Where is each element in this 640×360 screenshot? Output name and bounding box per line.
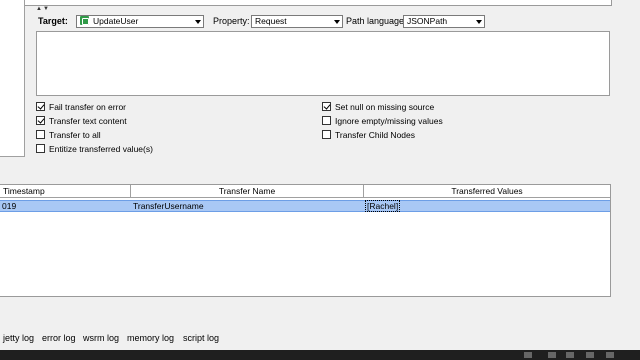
option-label: Entitize transferred value(s) bbox=[49, 144, 153, 154]
target-select[interactable]: UpdateUser bbox=[76, 15, 204, 28]
property-label: Property: bbox=[213, 16, 250, 26]
fail-transfer-option[interactable]: Fail transfer on error bbox=[36, 102, 126, 114]
column-header-timestamp[interactable]: Timestamp bbox=[0, 185, 131, 198]
taskbar-icon[interactable] bbox=[548, 352, 556, 358]
option-label: Fail transfer on error bbox=[49, 102, 126, 112]
checkbox[interactable] bbox=[322, 116, 331, 125]
column-header-transfer-name[interactable]: Transfer Name bbox=[131, 185, 364, 198]
property-value: Request bbox=[255, 16, 287, 26]
tab-script-log[interactable]: script log bbox=[183, 328, 219, 348]
tab-wsrm-log[interactable]: wsrm log bbox=[83, 328, 119, 348]
transfer-child-nodes-option[interactable]: Transfer Child Nodes bbox=[322, 130, 415, 142]
checkbox[interactable] bbox=[322, 102, 331, 111]
source-panel bbox=[0, 0, 612, 6]
checkbox[interactable] bbox=[36, 144, 45, 153]
option-label: Transfer Child Nodes bbox=[335, 130, 415, 140]
resize-arrows-icon[interactable]: ▲▼ bbox=[36, 6, 50, 12]
option-label: Ignore empty/missing values bbox=[335, 116, 443, 126]
checkbox[interactable] bbox=[36, 116, 45, 125]
target-path-editor[interactable] bbox=[36, 31, 610, 96]
entitize-option[interactable]: Entitize transferred value(s) bbox=[36, 144, 153, 156]
transfer-log-table: Timestamp Transfer Name Transferred Valu… bbox=[0, 184, 611, 297]
dropdown-arrow-icon bbox=[195, 20, 201, 24]
log-tabs: jetty log error log wsrm log memory log … bbox=[0, 328, 640, 348]
right-margin bbox=[612, 0, 640, 160]
taskbar-icon[interactable] bbox=[606, 352, 614, 358]
taskbar bbox=[0, 350, 640, 360]
dropdown-arrow-icon bbox=[334, 20, 340, 24]
column-header-transferred-values[interactable]: Transferred Values bbox=[364, 185, 610, 198]
cell-transfer-name: TransferUsername bbox=[133, 201, 204, 211]
transfer-to-all-option[interactable]: Transfer to all bbox=[36, 130, 101, 142]
option-label: Transfer text content bbox=[49, 116, 127, 126]
taskbar-icon[interactable] bbox=[586, 352, 594, 358]
table-header: Timestamp Transfer Name Transferred Valu… bbox=[0, 185, 610, 198]
taskbar-icon[interactable] bbox=[566, 352, 574, 358]
checkbox[interactable] bbox=[36, 130, 45, 139]
test-step-icon bbox=[80, 16, 89, 25]
path-language-value: JSONPath bbox=[407, 16, 448, 26]
property-select[interactable]: Request bbox=[251, 15, 343, 28]
cell-transferred-values[interactable]: [Rachel] bbox=[365, 200, 401, 212]
set-null-option[interactable]: Set null on missing source bbox=[322, 102, 434, 114]
path-language-label: Path language: bbox=[346, 16, 407, 26]
transfer-text-option[interactable]: Transfer text content bbox=[36, 116, 127, 128]
tab-memory-log[interactable]: memory log bbox=[127, 328, 174, 348]
target-label: Target: bbox=[38, 16, 68, 26]
tab-jetty-log[interactable]: jetty log bbox=[3, 328, 34, 348]
path-language-select[interactable]: JSONPath bbox=[403, 15, 485, 28]
target-value: UpdateUser bbox=[93, 16, 139, 26]
option-label: Set null on missing source bbox=[335, 102, 435, 112]
checkbox[interactable] bbox=[322, 130, 331, 139]
table-row[interactable]: 019 TransferUsername [Rachel] bbox=[0, 200, 610, 212]
transfer-list-panel bbox=[0, 0, 25, 157]
checkbox[interactable] bbox=[36, 102, 45, 111]
cell-timestamp: 019 bbox=[2, 201, 17, 211]
taskbar-icon[interactable] bbox=[524, 352, 532, 358]
dropdown-arrow-icon bbox=[476, 20, 482, 24]
tab-error-log[interactable]: error log bbox=[42, 328, 76, 348]
ignore-empty-option[interactable]: Ignore empty/missing values bbox=[322, 116, 443, 128]
option-label: Transfer to all bbox=[49, 130, 101, 140]
